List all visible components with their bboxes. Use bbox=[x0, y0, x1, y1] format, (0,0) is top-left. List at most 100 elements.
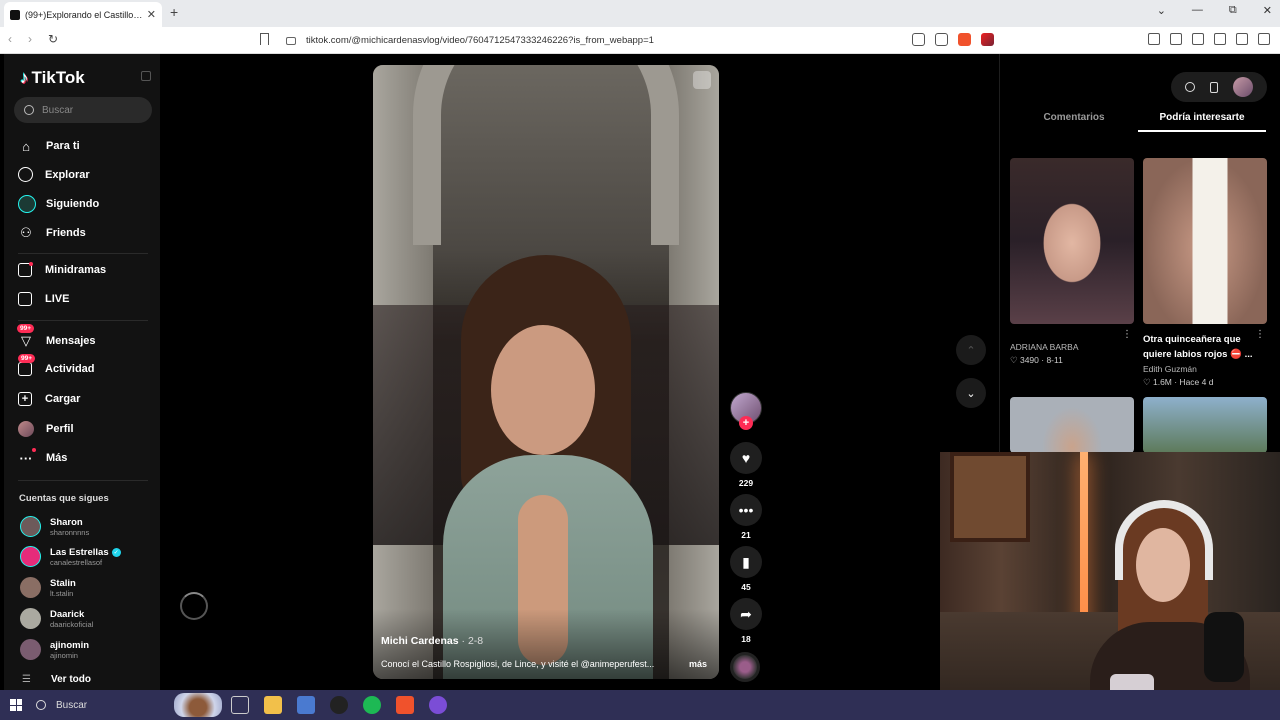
share-count: 18 bbox=[741, 634, 751, 644]
previous-video-icon[interactable]: ⌃ bbox=[956, 335, 986, 365]
app-icon[interactable] bbox=[297, 696, 315, 714]
recommended-video[interactable]: ⋮ ADRIANA BARBA ♡ 3490 · 8-11 bbox=[1010, 158, 1134, 366]
share-icon[interactable]: ➦ bbox=[730, 598, 762, 630]
browser-tab[interactable]: (99+)Explorando el Castillo Rospigliosi … bbox=[4, 2, 162, 27]
nav-explorar[interactable]: Explorar bbox=[18, 167, 90, 182]
search-placeholder: Buscar bbox=[42, 104, 74, 116]
next-video-icon[interactable]: ⌄ bbox=[956, 378, 986, 408]
video-watermark-icon bbox=[693, 71, 711, 89]
weather-widget-icon[interactable] bbox=[174, 693, 222, 717]
nav-minidramas[interactable]: Minidramas bbox=[18, 262, 106, 277]
avatar bbox=[20, 639, 41, 660]
wallet-icon[interactable] bbox=[1192, 33, 1204, 45]
tab-podria-interesarte[interactable]: Podría interesarte bbox=[1138, 109, 1266, 132]
vpn-icon[interactable] bbox=[1236, 33, 1248, 45]
nav-label: LIVE bbox=[45, 293, 70, 305]
address-bar-actions bbox=[912, 33, 994, 46]
account-username: daarickoficial bbox=[50, 619, 94, 629]
recommended-video[interactable]: ⋮ Otra quinceañera que quiere labios roj… bbox=[1143, 158, 1267, 388]
follow-plus-icon[interactable]: + bbox=[739, 416, 753, 430]
list-icon: ☰ bbox=[22, 674, 31, 685]
coins-icon[interactable] bbox=[1184, 82, 1195, 92]
address-bar[interactable]: tiktok.com/@michicardenasvlog/video/7604… bbox=[280, 30, 1000, 51]
activity-badge: 99+ bbox=[18, 354, 36, 363]
see-all-button[interactable]: ☰ Ver todo bbox=[22, 674, 91, 685]
nav-label: Friends bbox=[46, 227, 86, 239]
back-icon[interactable]: ‹ bbox=[8, 32, 12, 46]
brave-browser-icon[interactable] bbox=[396, 696, 414, 714]
like-icon[interactable]: ♥ bbox=[730, 442, 762, 474]
tab-title: (99+)Explorando el Castillo Rospigliosi bbox=[25, 9, 143, 20]
following-account[interactable]: Las Estrellas ✓ canalestrellasof bbox=[20, 546, 121, 567]
media-icon[interactable] bbox=[1148, 33, 1160, 45]
header-actions bbox=[1171, 72, 1267, 102]
comment-icon[interactable]: ••• bbox=[730, 494, 762, 526]
nav-label: Mensajes bbox=[46, 335, 96, 347]
bookmark-icon[interactable]: ▮ bbox=[730, 546, 762, 578]
more-options-icon[interactable]: ⋮ bbox=[1255, 329, 1265, 340]
tab-search-icon[interactable]: ⌄ bbox=[1157, 4, 1166, 17]
recommended-video[interactable] bbox=[1143, 397, 1267, 453]
messaging-app-icon[interactable] bbox=[429, 696, 447, 714]
more-options-icon[interactable]: ⋮ bbox=[1122, 329, 1132, 340]
nav-siguiendo[interactable]: Siguiendo bbox=[18, 195, 99, 213]
menu-icon[interactable] bbox=[1258, 33, 1270, 45]
search-input[interactable]: Buscar bbox=[14, 97, 152, 123]
account-username: canalestrellasof bbox=[50, 557, 103, 567]
caption-more-button[interactable]: más bbox=[689, 659, 707, 669]
following-account[interactable]: Stalin lt.stalin bbox=[20, 577, 76, 598]
nav-actividad[interactable]: 99+ Actividad bbox=[18, 354, 95, 376]
file-explorer-icon[interactable] bbox=[264, 696, 282, 714]
webcam-scene bbox=[950, 452, 1030, 542]
following-account[interactable]: Daarick daarickoficial bbox=[20, 608, 93, 629]
tab-comentarios[interactable]: Comentarios bbox=[1010, 109, 1138, 132]
sidebar-icon[interactable] bbox=[1170, 33, 1182, 45]
nav-mensajes[interactable]: ▽ 99+ Mensajes bbox=[17, 324, 96, 349]
nav-mas[interactable]: ··· Más bbox=[18, 448, 67, 466]
brave-rewards-icon[interactable] bbox=[981, 33, 994, 46]
windows-start-icon[interactable] bbox=[10, 699, 22, 711]
user-avatar[interactable] bbox=[1233, 77, 1254, 97]
spotify-icon[interactable] bbox=[363, 696, 381, 714]
tab-close-icon[interactable]: ✕ bbox=[147, 8, 156, 21]
video-scene bbox=[491, 325, 595, 455]
bookmark-icon[interactable] bbox=[260, 33, 269, 45]
new-tab-button[interactable]: + bbox=[170, 4, 178, 20]
forward-icon[interactable]: › bbox=[28, 32, 32, 46]
account-name: Las Estrellas bbox=[50, 546, 109, 558]
brave-shield-icon[interactable] bbox=[958, 33, 971, 46]
site-settings-icon[interactable] bbox=[286, 36, 296, 45]
leo-ai-icon[interactable] bbox=[1214, 33, 1226, 45]
headset bbox=[1115, 500, 1213, 580]
nav-para-ti[interactable]: ⌂ Para ti bbox=[18, 138, 80, 154]
task-view-icon[interactable] bbox=[231, 696, 249, 714]
nav-label: Actividad bbox=[45, 363, 95, 375]
recommended-video[interactable] bbox=[1010, 397, 1134, 453]
minimize-button[interactable]: — bbox=[1192, 4, 1203, 17]
following-account[interactable]: ajinomin ajinomin bbox=[20, 639, 89, 660]
collapse-sidebar-icon[interactable] bbox=[141, 71, 151, 81]
close-window-button[interactable]: ✕ bbox=[1263, 4, 1272, 17]
nav-friends[interactable]: ⚇ Friends bbox=[18, 225, 86, 241]
nav-cargar[interactable]: + Cargar bbox=[18, 392, 80, 406]
music-disc-icon[interactable] bbox=[730, 652, 760, 682]
video-author-line[interactable]: Michi Cardenas · 2-8 bbox=[381, 635, 483, 647]
following-account[interactable]: Sharon sharonnnns bbox=[20, 516, 89, 537]
maximize-button[interactable]: ⧉ bbox=[1229, 4, 1237, 17]
reload-icon[interactable]: ↻ bbox=[48, 32, 58, 46]
compass-icon bbox=[18, 167, 33, 182]
divider bbox=[18, 480, 148, 481]
nav-label: Perfil bbox=[46, 423, 74, 435]
app-icon[interactable] bbox=[330, 696, 348, 714]
divider bbox=[18, 320, 148, 321]
search-icon bbox=[36, 700, 46, 710]
phone-icon[interactable] bbox=[1209, 81, 1218, 93]
account-name: Daarick bbox=[50, 608, 85, 620]
nav-live[interactable]: LIVE bbox=[18, 292, 69, 306]
nav-perfil[interactable]: Perfil bbox=[18, 421, 74, 437]
tiktok-logo[interactable]: ♪ TikTok bbox=[20, 68, 85, 88]
translate-icon[interactable] bbox=[912, 33, 925, 46]
browser-toolbar: ‹ › ↻ tiktok.com/@michicardenasvlog/vide… bbox=[0, 27, 1280, 54]
cast-icon[interactable] bbox=[935, 33, 948, 46]
video-player[interactable]: Michi Cardenas · 2-8 Conocí el Castillo … bbox=[373, 65, 719, 679]
